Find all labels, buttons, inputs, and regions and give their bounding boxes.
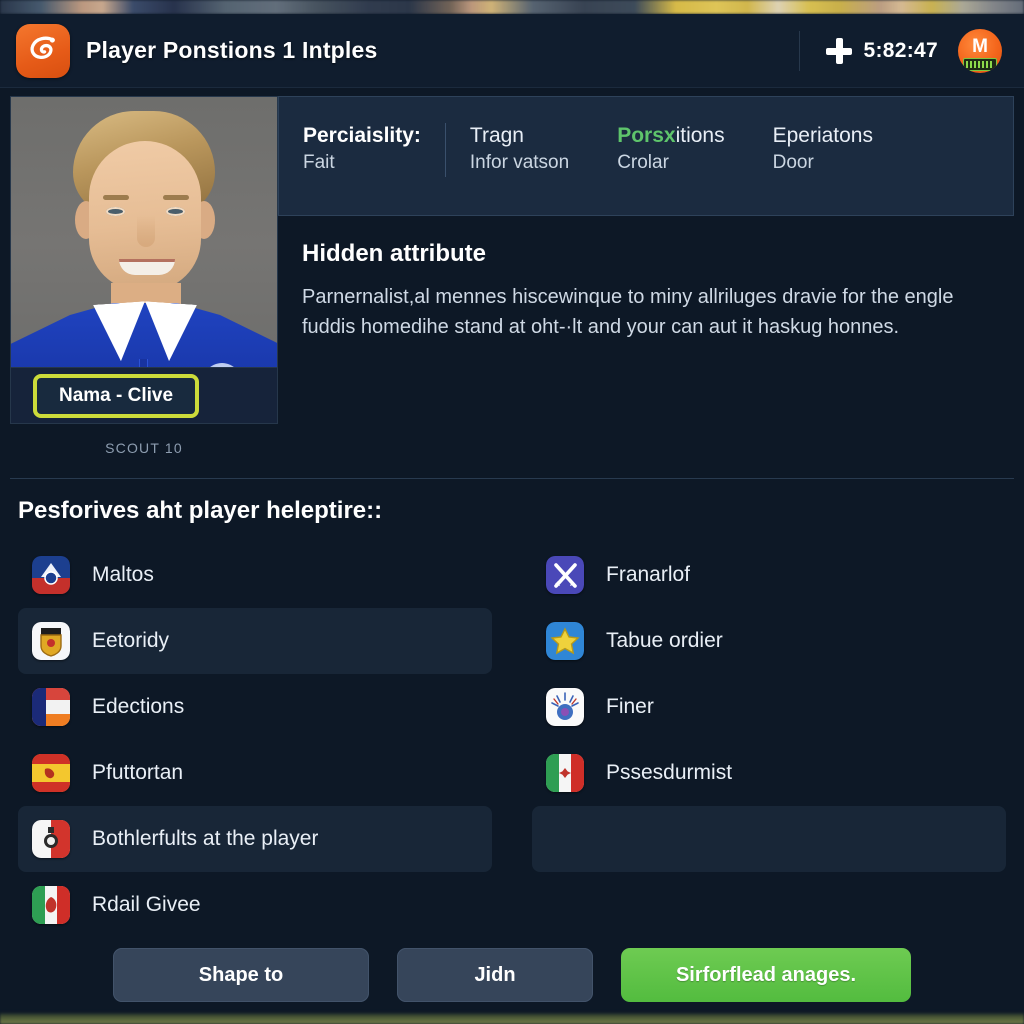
user-avatar-badge[interactable]: M: [958, 28, 1002, 73]
burst-emblem-icon: [546, 688, 584, 726]
player-info-column: Perciaislity: Fait Tragn Infor vatson Po…: [278, 96, 1014, 424]
join-button[interactable]: Jidn: [397, 948, 593, 1002]
player-summary-card: Nama - Clive Perciaislity: Fait Tragn In…: [10, 96, 1014, 424]
tab-personality[interactable]: Perciaislity: Fait: [279, 123, 445, 177]
tab-training-line2: Infor vatson: [469, 152, 570, 174]
tab-training-line1: Tragn: [469, 124, 524, 147]
flag-badge-malta-red-white-icon: [32, 820, 70, 858]
list-item[interactable]: Franarlof: [532, 542, 1006, 608]
list-item-label: Edections: [92, 695, 185, 718]
player-name-pill[interactable]: Nama - Clive: [33, 373, 200, 418]
confirm-button[interactable]: Sirforflead anages.: [621, 948, 911, 1002]
timer-value: 5:82:47: [863, 38, 938, 62]
app-header: Player Ponstions 1 Intples 5:82:47 M: [0, 14, 1024, 88]
list-item[interactable]: [532, 806, 1006, 872]
section-heading: Pesforives aht player heleptire::: [18, 497, 383, 524]
header-right-cluster: 5:82:47 M: [798, 14, 1008, 87]
tab-operations-line2: Door: [772, 152, 814, 174]
tab-training-information[interactable]: Tragn Infor vatson: [444, 123, 593, 177]
background-crowd-strip: [0, 0, 1024, 14]
list-item[interactable]: Tabue ordier: [532, 608, 1006, 674]
action-button-bar: Shape to Jidn Sirforflead anages.: [0, 948, 1024, 1002]
avatar-mark: M: [972, 36, 988, 57]
hidden-attribute-body: Parnernalist,al mennes hiscewinque to mi…: [302, 286, 954, 339]
plus-icon[interactable]: [825, 37, 852, 64]
crossed-swords-icon: [546, 556, 584, 594]
hidden-attribute-title: Hidden attribute: [302, 240, 486, 267]
app-swirl-logo-icon[interactable]: [16, 23, 70, 78]
list-item[interactable]: Rdail Givee: [18, 872, 492, 938]
flag-badge-crest-gold-white-icon: [32, 622, 70, 660]
list-item-label: Bothlerfults at the player: [92, 827, 319, 850]
list-item[interactable]: Pssesdurmist: [532, 740, 1006, 806]
list-item[interactable]: Eetoridy: [18, 608, 492, 674]
background-pitch-strip: [0, 1012, 1024, 1024]
tab-operations-line1: Eperiatons: [772, 124, 873, 147]
flag-badge-spain-red-yellow-icon: [32, 754, 70, 792]
tab-positions-line1: Porsxitions: [617, 123, 724, 149]
list-item[interactable]: Bothlerfults at the player: [18, 806, 492, 872]
list-item-label: Tabue ordier: [606, 629, 723, 652]
tab-positions-accent: Porsx: [617, 124, 676, 147]
player-name-row: Nama - Clive: [11, 367, 277, 423]
list-item[interactable]: Edections: [18, 674, 492, 740]
list-item-label: Franarlof: [606, 563, 691, 586]
list-item-label: Pfuttortan: [92, 761, 184, 784]
list-item-label: Pssesdurmist: [606, 761, 733, 784]
options-list-left: Maltos Eetoridy Edections Pfuttortan Bot…: [18, 542, 492, 932]
list-item-label: Eetoridy: [92, 629, 170, 652]
tab-positions-line2: Crolar: [617, 152, 669, 174]
flag-badge-crest-blue-red-icon: [32, 556, 70, 594]
avatar-ribbon: [963, 57, 997, 71]
tab-operations[interactable]: Eperiatons Door: [749, 123, 897, 177]
list-item[interactable]: Maltos: [18, 542, 492, 608]
shape-to-button[interactable]: Shape to: [113, 948, 369, 1002]
scout-label: SCOUT 10: [105, 440, 183, 456]
page-title: Player Ponstions 1 Intples: [86, 37, 378, 63]
gold-star-icon: [546, 622, 584, 660]
list-item-label: Finer: [606, 695, 654, 718]
flag-badge-tricolor-blue-orange-icon: [32, 688, 70, 726]
app-root: Player Ponstions 1 Intples 5:82:47 M Nam…: [0, 0, 1024, 1024]
tab-positions[interactable]: Porsxitions Crolar: [593, 123, 748, 177]
header-divider: [798, 30, 800, 71]
hidden-attribute-panel: Hidden attribute Parnernalist,al mennes …: [278, 216, 1014, 424]
tab-personality-line2: Fait: [303, 152, 335, 174]
flag-badge-italy-green-red-icon: [32, 886, 70, 924]
list-item-label: Rdail Givee: [92, 893, 201, 916]
list-item-label: Maltos: [92, 563, 154, 586]
options-lists: Maltos Eetoridy Edections Pfuttortan Bot…: [18, 542, 1006, 932]
flag-badge-mexico-icon: [546, 754, 584, 792]
section-divider: [10, 478, 1014, 479]
tab-positions-rest: itions: [675, 124, 725, 147]
list-item[interactable]: Finer: [532, 674, 1006, 740]
options-list-right: Franarlof Tabue ordier Finer Pssesdurmis…: [532, 542, 1006, 932]
tab-personality-line1: Perciaislity:: [303, 124, 421, 147]
player-photo-panel[interactable]: Nama - Clive: [10, 96, 278, 424]
tab-strip: Perciaislity: Fait Tragn Infor vatson Po…: [278, 96, 1014, 216]
list-item[interactable]: Pfuttortan: [18, 740, 492, 806]
